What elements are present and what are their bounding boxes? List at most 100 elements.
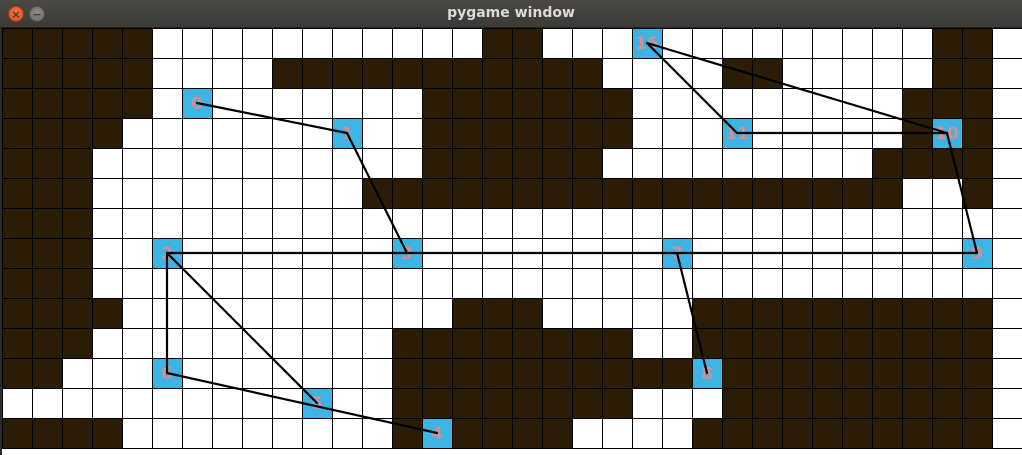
wall-cell xyxy=(542,148,572,178)
wall-cell xyxy=(392,178,422,208)
wall-cell xyxy=(962,418,992,448)
floor-cell xyxy=(992,28,1022,58)
floor-cell xyxy=(302,28,332,58)
floor-cell xyxy=(122,208,152,238)
floor-cell xyxy=(362,268,392,298)
floor-cell xyxy=(602,58,632,88)
floor-cell xyxy=(92,148,122,178)
floor-cell xyxy=(902,268,932,298)
floor-cell xyxy=(542,268,572,298)
floor-cell xyxy=(872,58,902,88)
floor-cell xyxy=(752,148,782,178)
wall-cell xyxy=(752,358,782,388)
floor-cell xyxy=(302,88,332,118)
grid-board[interactable]: 1601111023796854 xyxy=(2,28,1022,455)
wall-cell xyxy=(62,88,92,118)
wall-cell xyxy=(62,148,92,178)
wall-cell xyxy=(452,418,482,448)
game-canvas[interactable]: 1601111023796854 xyxy=(2,28,1022,455)
floor-cell xyxy=(152,208,182,238)
wall-cell xyxy=(842,358,872,388)
floor-cell xyxy=(92,358,122,388)
floor-cell xyxy=(272,418,302,448)
floor-cell xyxy=(92,178,122,208)
wall-cell xyxy=(722,418,752,448)
floor-cell xyxy=(92,238,122,268)
wall-cell xyxy=(722,328,752,358)
wall-cell xyxy=(92,118,122,148)
wall-cell xyxy=(482,328,512,358)
wall-cell xyxy=(62,238,92,268)
wall-cell xyxy=(512,328,542,358)
floor-cell xyxy=(122,178,152,208)
wall-cell xyxy=(722,358,752,388)
wall-cell xyxy=(542,328,572,358)
floor-cell xyxy=(362,118,392,148)
floor-cell xyxy=(182,178,212,208)
floor-cell xyxy=(722,268,752,298)
wall-cell xyxy=(92,88,122,118)
wall-cell xyxy=(32,418,62,448)
wall-cell xyxy=(2,58,32,88)
floor-cell xyxy=(422,208,452,238)
wall-cell xyxy=(662,178,692,208)
wall-cell xyxy=(782,328,812,358)
wall-cell xyxy=(422,148,452,178)
wall-cell xyxy=(452,148,482,178)
wall-cell xyxy=(32,328,62,358)
floor-cell xyxy=(662,148,692,178)
floor-cell xyxy=(992,418,1022,448)
title-bar[interactable]: × − pygame window xyxy=(0,0,1022,28)
wall-cell xyxy=(32,268,62,298)
floor-cell xyxy=(662,28,692,58)
floor-cell xyxy=(182,358,212,388)
wall-cell xyxy=(542,358,572,388)
wall-cell xyxy=(812,358,842,388)
wall-cell xyxy=(2,208,32,238)
floor-cell xyxy=(752,28,782,58)
floor-cell xyxy=(632,58,662,88)
floor-cell xyxy=(302,328,332,358)
floor-cell xyxy=(992,208,1022,238)
wall-cell xyxy=(872,358,902,388)
floor-cell xyxy=(302,148,332,178)
wall-cell xyxy=(452,88,482,118)
wall-cell xyxy=(512,28,542,58)
wall-cell xyxy=(272,58,302,88)
wall-cell xyxy=(92,58,122,88)
floor-cell xyxy=(422,298,452,328)
floor-cell xyxy=(992,238,1022,268)
floor-cell xyxy=(812,88,842,118)
wall-cell xyxy=(392,328,422,358)
wall-cell xyxy=(962,358,992,388)
wall-cell xyxy=(62,328,92,358)
floor-cell xyxy=(122,148,152,178)
floor-cell xyxy=(542,208,572,238)
wall-cell xyxy=(2,298,32,328)
floor-cell xyxy=(542,28,572,58)
wall-cell xyxy=(452,58,482,88)
floor-cell xyxy=(212,418,242,448)
pygame-window: × − pygame window 1601111023796854 xyxy=(0,0,1022,455)
floor-cell xyxy=(122,238,152,268)
floor-cell xyxy=(662,88,692,118)
wall-cell xyxy=(812,388,842,418)
wall-cell xyxy=(2,268,32,298)
floor-cell xyxy=(572,208,602,238)
floor-cell xyxy=(242,178,272,208)
wall-cell xyxy=(2,88,32,118)
floor-cell xyxy=(992,388,1022,418)
wall-cell xyxy=(542,418,572,448)
floor-cell xyxy=(572,298,602,328)
wall-cell xyxy=(452,118,482,148)
floor-cell xyxy=(632,148,662,178)
floor-cell xyxy=(872,88,902,118)
wall-cell xyxy=(602,358,632,388)
floor-cell xyxy=(902,208,932,238)
wall-cell xyxy=(872,298,902,328)
wall-cell xyxy=(2,358,32,388)
floor-cell xyxy=(902,178,932,208)
floor-cell xyxy=(362,388,392,418)
floor-cell xyxy=(272,298,302,328)
floor-cell xyxy=(62,358,92,388)
